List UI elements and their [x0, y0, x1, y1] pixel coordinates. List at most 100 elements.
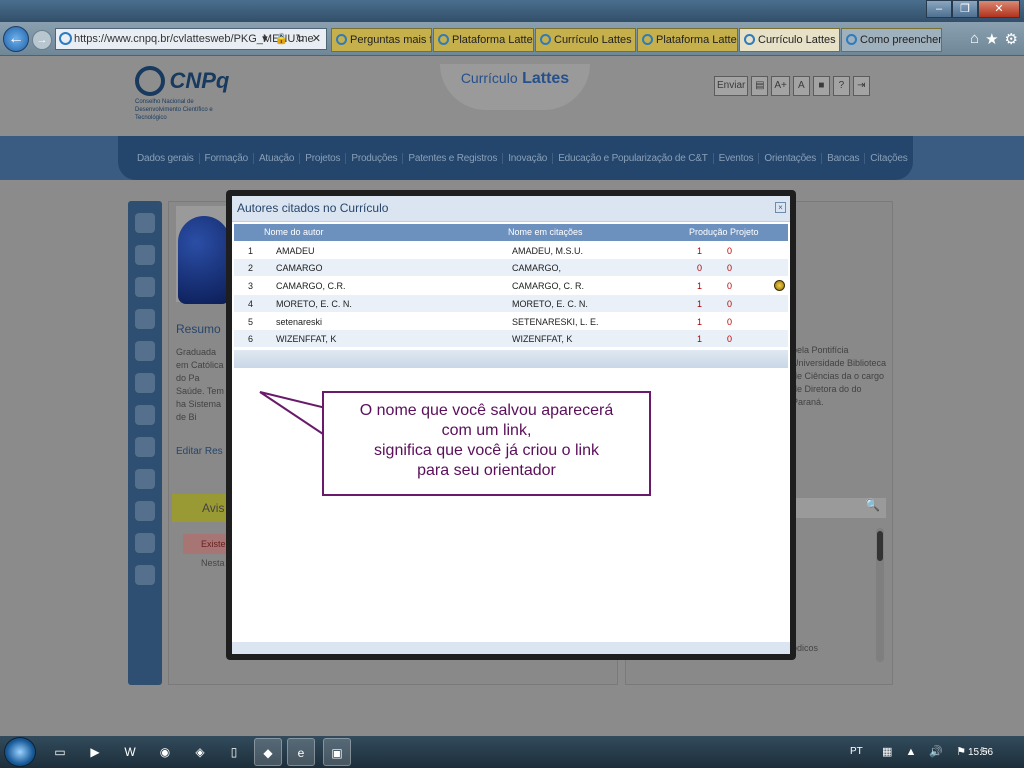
ie-icon: [336, 34, 347, 45]
media-player-icon[interactable]: ▶: [81, 738, 109, 766]
tab-curriculo-lattes-1[interactable]: Currículo Lattes: [535, 28, 636, 52]
gear-icon[interactable]: ⚙: [1005, 30, 1018, 48]
search-icon[interactable]: 🔍: [790, 498, 886, 518]
magnifier-rail-icon[interactable]: [135, 341, 155, 361]
nav-dados-gerais[interactable]: Dados gerais: [132, 152, 200, 164]
nav-projetos[interactable]: Projetos: [300, 152, 347, 164]
table-row[interactable]: 6 WIZENFFAT, K WIZENFFAT, K 1 0: [234, 330, 788, 347]
bulb-rail-icon[interactable]: [135, 373, 155, 393]
nav-orientacoes[interactable]: Orientações: [759, 152, 823, 164]
citation-name: WIZENFFAT, K: [512, 334, 573, 344]
table-row[interactable]: 1 AMADEU AMADEU, M.S.U. 1 0: [234, 242, 788, 259]
production-count: 1: [697, 246, 703, 256]
close-window-button[interactable]: ✕: [978, 0, 1020, 18]
home-icon[interactable]: ⌂: [970, 30, 979, 48]
col-production-header[interactable]: Produção: [689, 227, 728, 237]
docs-rail-icon[interactable]: [135, 437, 155, 457]
system-tray: PT ▦ ▲ 🔊 ⚑ ⚐ 15:56: [844, 736, 1024, 768]
help-button[interactable]: ?: [832, 76, 850, 96]
logout-button[interactable]: ⇥: [852, 76, 870, 96]
ie-icon: [642, 34, 653, 45]
curriculo-lattes-logo: Currículo Lattes: [440, 64, 590, 110]
add-doc-rail-icon[interactable]: [135, 533, 155, 553]
tab-label: Currículo Lattes: [554, 34, 632, 46]
enviar-button[interactable]: Enviar: [714, 76, 749, 96]
nav-inovacao[interactable]: Inovação: [503, 152, 554, 164]
tab-label: Como preencher ...: [860, 34, 942, 46]
window-controls: – ❐ ✕: [926, 0, 1020, 18]
document-rail-icon[interactable]: [135, 469, 155, 489]
minimize-button[interactable]: –: [926, 0, 952, 18]
ie-taskbar-icon[interactable]: e: [287, 738, 315, 766]
nav-formacao[interactable]: Formação: [200, 152, 254, 164]
cnpq-logo-mark: [135, 66, 165, 96]
address-actions[interactable]: ▾ 🔒 ↻ ✕: [262, 29, 323, 49]
project-count: 0: [727, 299, 733, 309]
tab-curriculo-lattes-active[interactable]: Currículo Lattes: [739, 28, 840, 52]
project-count: 0: [727, 334, 733, 344]
nav-producoes[interactable]: Produções: [346, 152, 404, 164]
main-nav-inner: Dados gerais Formação Atuação Projetos P…: [118, 136, 913, 180]
editar-resumo-link[interactable]: Editar Res: [176, 446, 223, 457]
star-icon[interactable]: ★: [985, 30, 998, 48]
callout-line-4: para seu orientador: [417, 462, 556, 479]
browser-right-icons: ⌂ ★ ⚙: [970, 30, 1018, 48]
production-count: 1: [697, 317, 703, 327]
author-name: WIZENFFAT, K: [276, 334, 337, 344]
table-row[interactable]: 3 CAMARGO, C.R. CAMARGO, C. R. 1 0: [234, 277, 788, 294]
contrast-button[interactable]: ■: [812, 76, 830, 96]
phone-icon[interactable]: ▯: [220, 738, 248, 766]
production-count: 1: [697, 334, 703, 344]
chrome-icon[interactable]: ◉: [151, 738, 179, 766]
nav-educacao[interactable]: Educação e Popularização de C&T: [553, 152, 714, 164]
apps-icon[interactable]: ◆: [254, 738, 282, 766]
app-icon[interactable]: ◈: [186, 738, 214, 766]
pdf-icon[interactable]: ▣: [323, 738, 351, 766]
nav-eventos[interactable]: Eventos: [714, 152, 760, 164]
nav-citacoes[interactable]: Citações: [865, 153, 912, 164]
building-rail-icon[interactable]: [135, 405, 155, 425]
tab-como-preencher[interactable]: Como preencher ...: [841, 28, 942, 52]
table-row[interactable]: 2 CAMARGO CAMARGO, 0 0: [234, 259, 788, 276]
cnpq-logo[interactable]: CNPq Conselho Nacional de Desenvolviment…: [135, 66, 235, 122]
project-count: 0: [727, 263, 733, 273]
col-author-header[interactable]: Nome do autor: [264, 227, 324, 237]
close-icon[interactable]: ×: [775, 202, 786, 213]
tab-plataforma-lattes-2[interactable]: Plataforma Lattes: [637, 28, 738, 52]
nav-atuacao[interactable]: Atuação: [254, 152, 301, 164]
search-rail-icon[interactable]: [135, 309, 155, 329]
back-button[interactable]: ←: [3, 26, 29, 52]
printer-rail-icon[interactable]: [135, 501, 155, 521]
side-scrollbar-thumb[interactable]: [877, 531, 883, 561]
address-bar[interactable]: https://www.cnpq.br/cvlattesweb/PKG_MENU…: [55, 28, 327, 50]
citation-name: CAMARGO,: [512, 263, 562, 273]
tab-perguntas[interactable]: Perguntas mais fre...: [331, 28, 432, 52]
forward-button[interactable]: →: [32, 30, 52, 50]
cnpq-logo-subtitle: Conselho Nacional de Desenvolvimento Cie…: [135, 99, 213, 121]
col-citation-header[interactable]: Nome em citações: [508, 227, 583, 237]
print-icon[interactable]: ▤: [751, 76, 769, 96]
nav-patentes[interactable]: Patentes e Registros: [403, 152, 504, 164]
col-project-header[interactable]: Projeto: [730, 227, 759, 237]
font-reset-button[interactable]: A: [792, 76, 810, 96]
ie-icon: [540, 34, 551, 45]
language-indicator[interactable]: PT: [850, 746, 863, 757]
table-row[interactable]: 4 MORETO, E. C. N. MORETO, E. C. N. 1 0: [234, 295, 788, 312]
cap-rail-icon[interactable]: [135, 245, 155, 265]
table-row[interactable]: 5 setenareski SETENARESKI, L. E. 1 0: [234, 313, 788, 330]
tab-plataforma-lattes-1[interactable]: Plataforma Lattes: [433, 28, 534, 52]
nav-bancas[interactable]: Bancas: [822, 152, 866, 164]
font-increase-button[interactable]: A+: [771, 76, 790, 96]
orientador-link-icon[interactable]: [774, 280, 785, 291]
start-button[interactable]: [4, 737, 36, 767]
restore-button[interactable]: ❐: [952, 0, 978, 18]
window-titlebar: – ❐ ✕: [0, 0, 1024, 22]
person-rail-icon[interactable]: [135, 277, 155, 297]
import-rail-icon[interactable]: [135, 565, 155, 585]
star-rail-icon[interactable]: [135, 213, 155, 233]
citation-name: SETENARESKI, L. E.: [512, 317, 599, 327]
explorer-icon[interactable]: ▭: [46, 738, 74, 766]
word-icon[interactable]: W: [116, 738, 144, 766]
clock[interactable]: 15:56: [968, 747, 993, 758]
left-icon-rail: [128, 201, 162, 685]
